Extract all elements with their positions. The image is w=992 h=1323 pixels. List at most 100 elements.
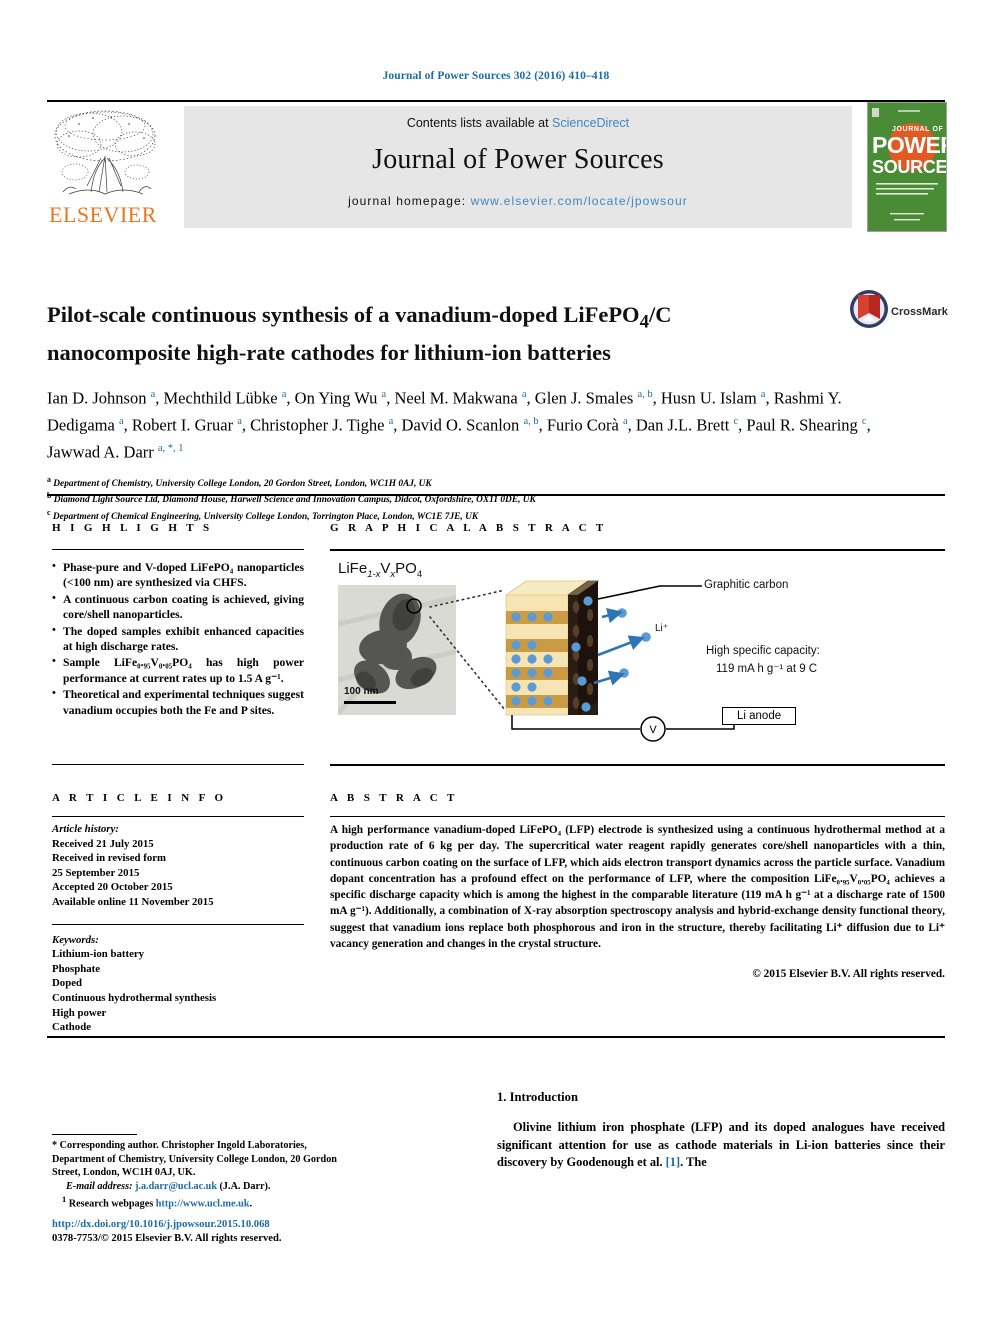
circuit-wires xyxy=(511,715,735,730)
introduction-paragraph: Olivine lithium iron phosphate (LFP) and… xyxy=(497,1119,945,1172)
elsevier-tree-icon xyxy=(49,106,161,202)
email-note: E-mail address: j.a.darr@ucl.ac.uk (J.A.… xyxy=(52,1180,352,1194)
li-ion-label: Li⁺ xyxy=(655,623,669,634)
affiliation-text-b: Diamond Light Source Ltd, Diamond House,… xyxy=(53,495,536,506)
email-link[interactable]: j.a.darr@ucl.ac.uk xyxy=(135,1181,217,1192)
list-item: Theoretical and experimental techniques … xyxy=(52,686,304,718)
article-history-item: Received in revised form xyxy=(52,852,167,865)
footnote-marker-1: 1 xyxy=(62,1194,67,1205)
masthead-top-rule xyxy=(47,100,945,102)
citation-link-1[interactable]: [1] xyxy=(666,1155,680,1169)
diffusion-arrows xyxy=(593,607,645,686)
svg-text:SOURCES: SOURCES xyxy=(872,157,946,177)
keyword-item: Lithium-ion battery xyxy=(52,948,145,961)
contents-available-line: Contents lists available at ScienceDirec… xyxy=(184,106,852,130)
affiliation-list: a Department of Chemistry, University Co… xyxy=(47,474,945,524)
homepage-label: journal homepage: xyxy=(348,194,467,208)
abstract-body: A high performance vanadium-doped LiFePO… xyxy=(330,824,945,951)
list-item: A continuous carbon coating is achieved,… xyxy=(52,591,304,623)
issn-copyright-line: 0378-7753/© 2015 Elsevier B.V. All right… xyxy=(52,1233,282,1245)
capacity-label-line2: 119 mA h g⁻¹ at 9 C xyxy=(716,663,818,675)
graphical-abstract-rule xyxy=(330,549,945,551)
corresponding-author-note: * Corresponding author. Christopher Ingo… xyxy=(52,1140,337,1179)
research-webpages-note: 1 Research webpages http://www.ucl.me.uk… xyxy=(52,1193,352,1211)
author-list: Ian D. Johnson a, Mechthild Lübke a, On … xyxy=(47,388,871,462)
elsevier-wordmark: ELSEVIER xyxy=(49,202,157,227)
graphical-abstract-heading: G R A P H I C A L A B S T R A C T xyxy=(330,522,607,534)
keyword-item: Doped xyxy=(52,977,82,990)
journal-masthead: ELSEVIER Contents lists available at Sci… xyxy=(47,100,947,232)
affiliation-text-a: Department of Chemistry, University Coll… xyxy=(53,478,432,489)
research-url-link[interactable]: http://www.ucl.me.uk xyxy=(156,1199,250,1210)
list-item: The doped samples exhibit enhanced capac… xyxy=(52,623,304,655)
article-history-heading: Article history: xyxy=(52,823,119,835)
sciencedirect-link[interactable]: ScienceDirect xyxy=(552,116,629,130)
doi-link[interactable]: http://dx.doi.org/10.1016/j.jpowsour.201… xyxy=(52,1218,382,1232)
intro-text-pre: Olivine lithium iron phosphate (LFP) and… xyxy=(497,1120,945,1170)
journal-cover-svg: JOURNAL OF POWER SOURCES xyxy=(868,103,946,231)
capacity-label-line1: High specific capacity: xyxy=(706,645,820,657)
svg-text:POWER: POWER xyxy=(872,132,946,158)
affiliation-marker-c: c xyxy=(47,507,51,517)
journal-cover-thumbnail: JOURNAL OF POWER SOURCES xyxy=(867,102,947,232)
title-block: Pilot-scale continuous synthesis of a va… xyxy=(47,285,948,524)
graphitic-carbon-leader xyxy=(597,585,702,600)
keywords-divider xyxy=(52,923,304,925)
page-title: Pilot-scale continuous synthesis of a va… xyxy=(47,300,837,368)
list-item: Sample LiFe₀.₉₅V₀.₀₅PO₄ has high power p… xyxy=(52,654,304,686)
footnote-rule xyxy=(52,1134,137,1135)
masthead-panel: Contents lists available at ScienceDirec… xyxy=(184,106,852,228)
article-history-item: Available online 11 November 2015 xyxy=(52,895,214,908)
graphitic-carbon-label: Graphitic carbon xyxy=(704,579,789,591)
keyword-item: Cathode xyxy=(52,1021,91,1034)
highlights-list: Phase-pure and V-doped LiFePO₄ nanoparti… xyxy=(52,559,304,719)
graphical-abstract-figure: LiFe1-xVxPO4 100 nm V Graphitic carbon L… xyxy=(330,555,945,745)
elsevier-logo: ELSEVIER xyxy=(49,106,167,228)
graphical-abstract-bottom-rule xyxy=(330,764,945,766)
title-part-2: nanocomposite high-rate cathodes for lit… xyxy=(47,339,611,365)
affiliation-a: a Department of Chemistry, University Co… xyxy=(47,474,945,491)
elsevier-tree-svg xyxy=(54,110,156,195)
introduction-section: 1. Introduction Olivine lithium iron pho… xyxy=(497,1090,945,1172)
doi-block: http://dx.doi.org/10.1016/j.jpowsour.201… xyxy=(52,1218,382,1247)
keyword-item: Continuous hydrothermal synthesis xyxy=(52,991,217,1004)
intro-text-post: . The xyxy=(680,1155,707,1170)
li-anode-label: Li anode xyxy=(722,707,797,725)
abstract-copyright: © 2015 Elsevier B.V. All rights reserved… xyxy=(752,968,945,981)
title-part-1: Pilot-scale continuous synthesis of a va… xyxy=(47,302,640,328)
list-item: Phase-pure and V-doped LiFePO₄ nanoparti… xyxy=(52,559,304,591)
title-bottom-rule xyxy=(47,494,945,496)
keyword-item: High power xyxy=(52,1006,107,1019)
contents-prefix: Contents lists available at xyxy=(406,116,549,130)
journal-homepage-line: journal homepage: www.elsevier.com/locat… xyxy=(184,194,852,208)
crossmark-badge[interactable]: CrossMark xyxy=(849,289,948,339)
homepage-url-link[interactable]: www.elsevier.com/locate/jpowsour xyxy=(471,194,688,208)
highlights-bottom-rule xyxy=(52,764,304,765)
affiliation-c: c Department of Chemical Engineering, Un… xyxy=(47,507,945,524)
title-subscript: 4 xyxy=(639,311,649,333)
voltmeter-label: V xyxy=(649,724,657,736)
abstract-block: A high performance vanadium-doped LiFePO… xyxy=(330,822,945,983)
highlights-ul: Phase-pure and V-doped LiFePO₄ nanoparti… xyxy=(52,559,304,718)
article-history-item: Received 21 July 2015 xyxy=(52,837,154,850)
research-tail: . xyxy=(249,1198,252,1210)
highlights-heading: H I G H L I G H T S xyxy=(52,522,213,534)
highlights-rule xyxy=(52,549,304,550)
email-owner: (J.A. Darr). xyxy=(219,1180,271,1192)
graphical-abstract-diagram-svg: V xyxy=(429,580,735,742)
journal-title: Journal of Power Sources xyxy=(372,144,664,175)
article-history-item: 25 September 2015 xyxy=(52,866,140,879)
research-label: Research webpages xyxy=(68,1198,154,1210)
article-info-rule xyxy=(52,816,304,817)
email-label: E-mail address: xyxy=(66,1180,133,1192)
paper-page: Journal of Power Sources 302 (2016) 410–… xyxy=(0,0,992,1323)
title-part-1-tail: /C xyxy=(648,302,672,328)
introduction-heading: 1. Introduction xyxy=(497,1090,578,1104)
footnotes-block: * Corresponding author. Christopher Ingo… xyxy=(52,1134,352,1211)
body-top-rule xyxy=(47,1036,945,1038)
keywords-heading: Keywords: xyxy=(52,933,99,946)
abstract-heading: A B S T R A C T xyxy=(330,792,458,804)
article-history-item: Accepted 20 October 2015 xyxy=(52,881,173,894)
keyword-item: Phosphate xyxy=(52,962,100,975)
crossmark-icon xyxy=(850,290,888,328)
